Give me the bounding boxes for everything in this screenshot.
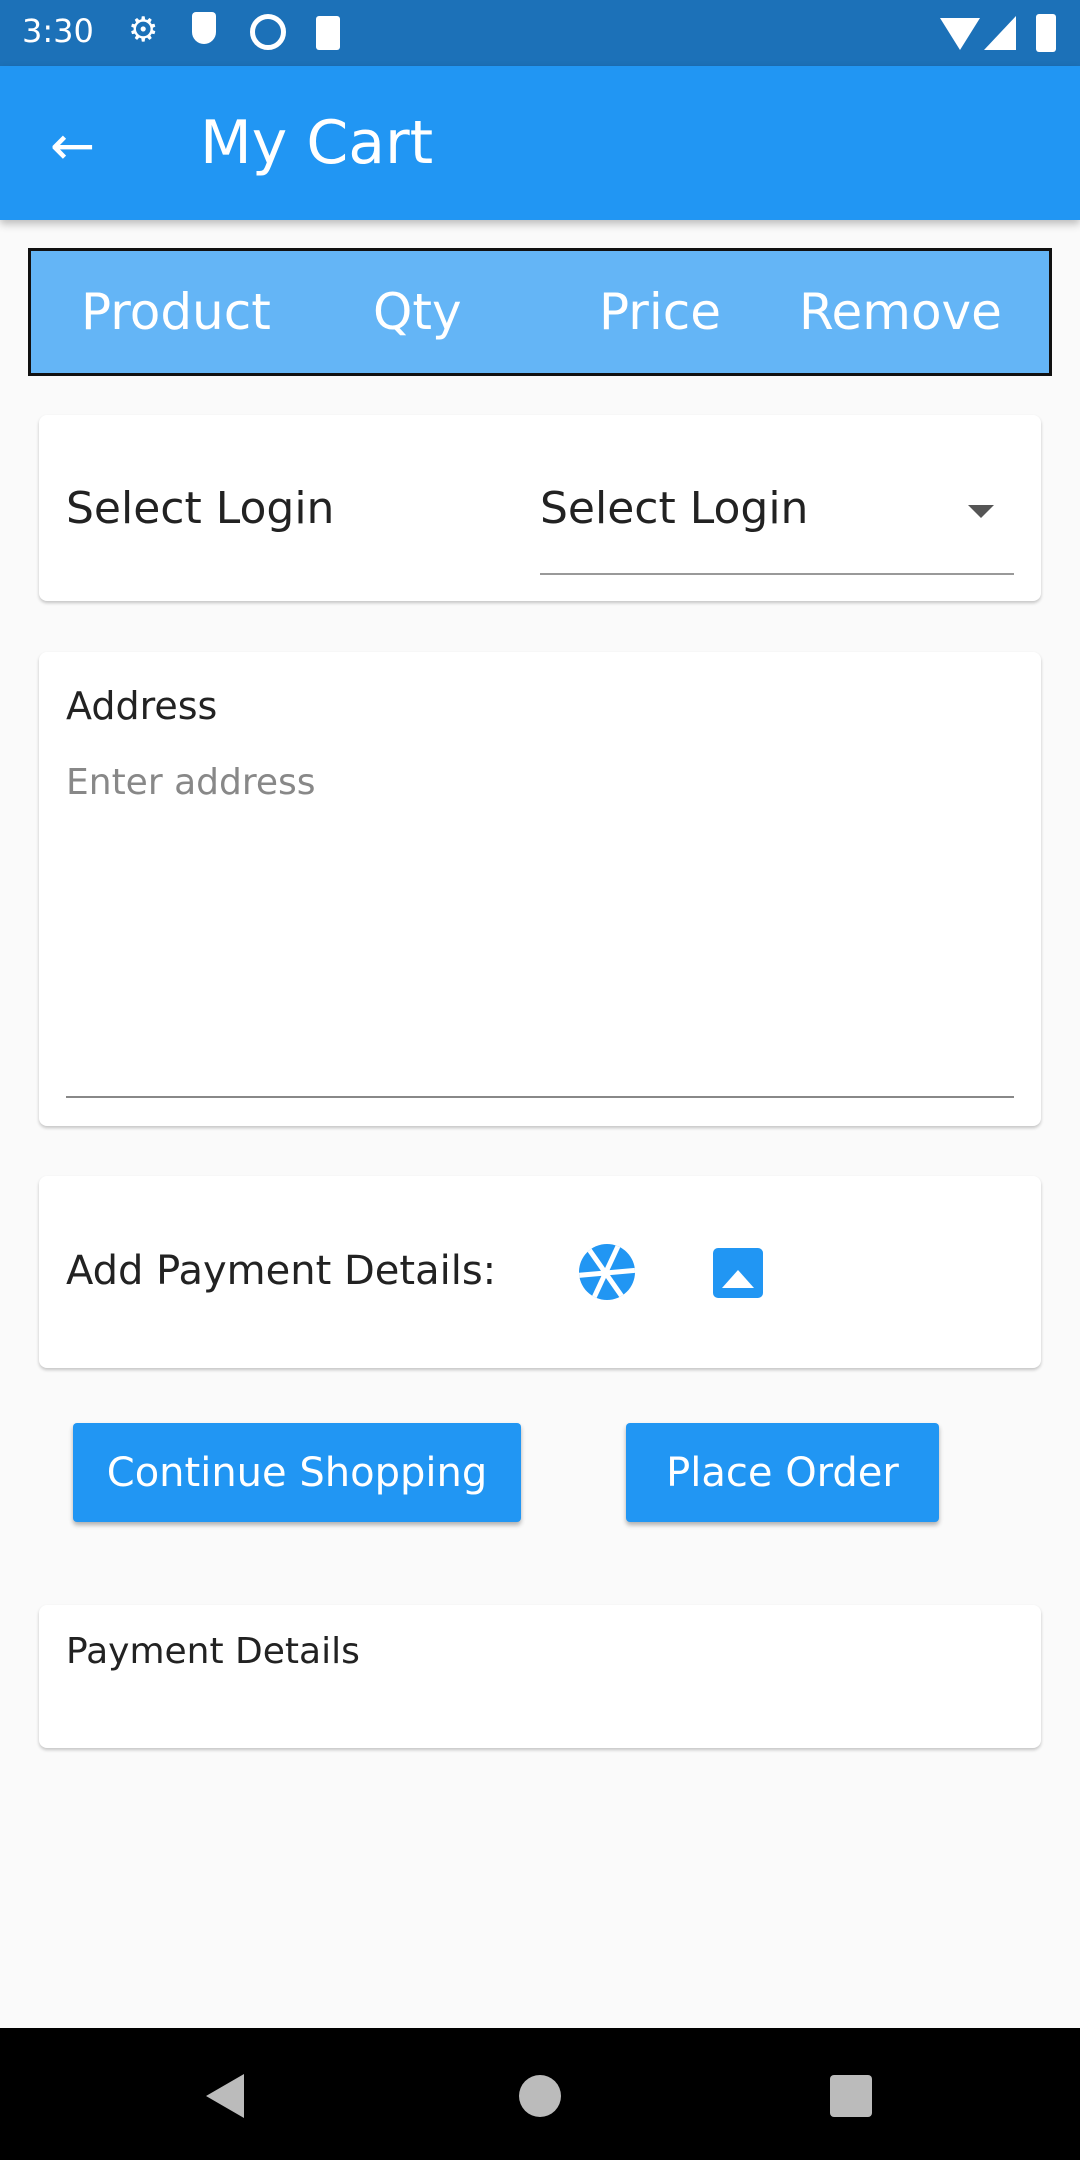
login-dropdown[interactable]: Select Login <box>540 455 1014 575</box>
payment-label: Add Payment Details: <box>66 1248 497 1294</box>
signal-icon <box>984 16 1016 50</box>
column-price: Price <box>599 283 721 341</box>
settings-icon: ⚙ <box>128 10 159 50</box>
arrow-left-icon[interactable]: ← <box>50 114 95 177</box>
recents-nav-icon[interactable] <box>830 2075 872 2117</box>
column-qty: Qty <box>373 283 462 341</box>
sd-card-icon <box>316 16 340 50</box>
caret-down-icon <box>968 505 994 518</box>
status-time: 3:30 <box>22 12 94 50</box>
payment-card: Add Payment Details: <box>39 1176 1041 1368</box>
wifi-icon <box>940 18 980 50</box>
image-icon[interactable] <box>713 1248 763 1298</box>
place-order-button[interactable]: Place Order <box>626 1423 939 1522</box>
camera-icon[interactable] <box>579 1244 635 1300</box>
continue-shopping-button[interactable]: Continue Shopping <box>73 1423 521 1522</box>
home-nav-icon[interactable] <box>519 2075 561 2117</box>
payment-details-card: Payment Details <box>39 1605 1041 1748</box>
column-product: Product <box>81 283 271 341</box>
navigation-bar <box>0 2028 1080 2160</box>
login-label: Select Login <box>66 483 335 534</box>
address-input[interactable]: Enter address <box>66 752 1014 1098</box>
status-bar: 3:30 ⚙ <box>0 0 1080 66</box>
payment-details-label: Payment Details <box>66 1631 360 1672</box>
back-nav-icon[interactable] <box>206 2074 244 2118</box>
q-icon <box>250 14 286 50</box>
shield-icon <box>192 12 216 44</box>
address-card: Address Enter address <box>39 652 1041 1126</box>
column-remove: Remove <box>799 283 1002 341</box>
cart-table-header: Product Qty Price Remove <box>28 248 1052 376</box>
page-title: My Cart <box>200 108 434 178</box>
battery-icon <box>1036 14 1056 52</box>
app-bar: ← My Cart <box>0 66 1080 220</box>
address-placeholder: Enter address <box>66 762 316 803</box>
login-card: Select Login Select Login <box>39 415 1041 601</box>
address-label: Address <box>66 684 218 728</box>
dropdown-value: Select Login <box>540 483 809 534</box>
